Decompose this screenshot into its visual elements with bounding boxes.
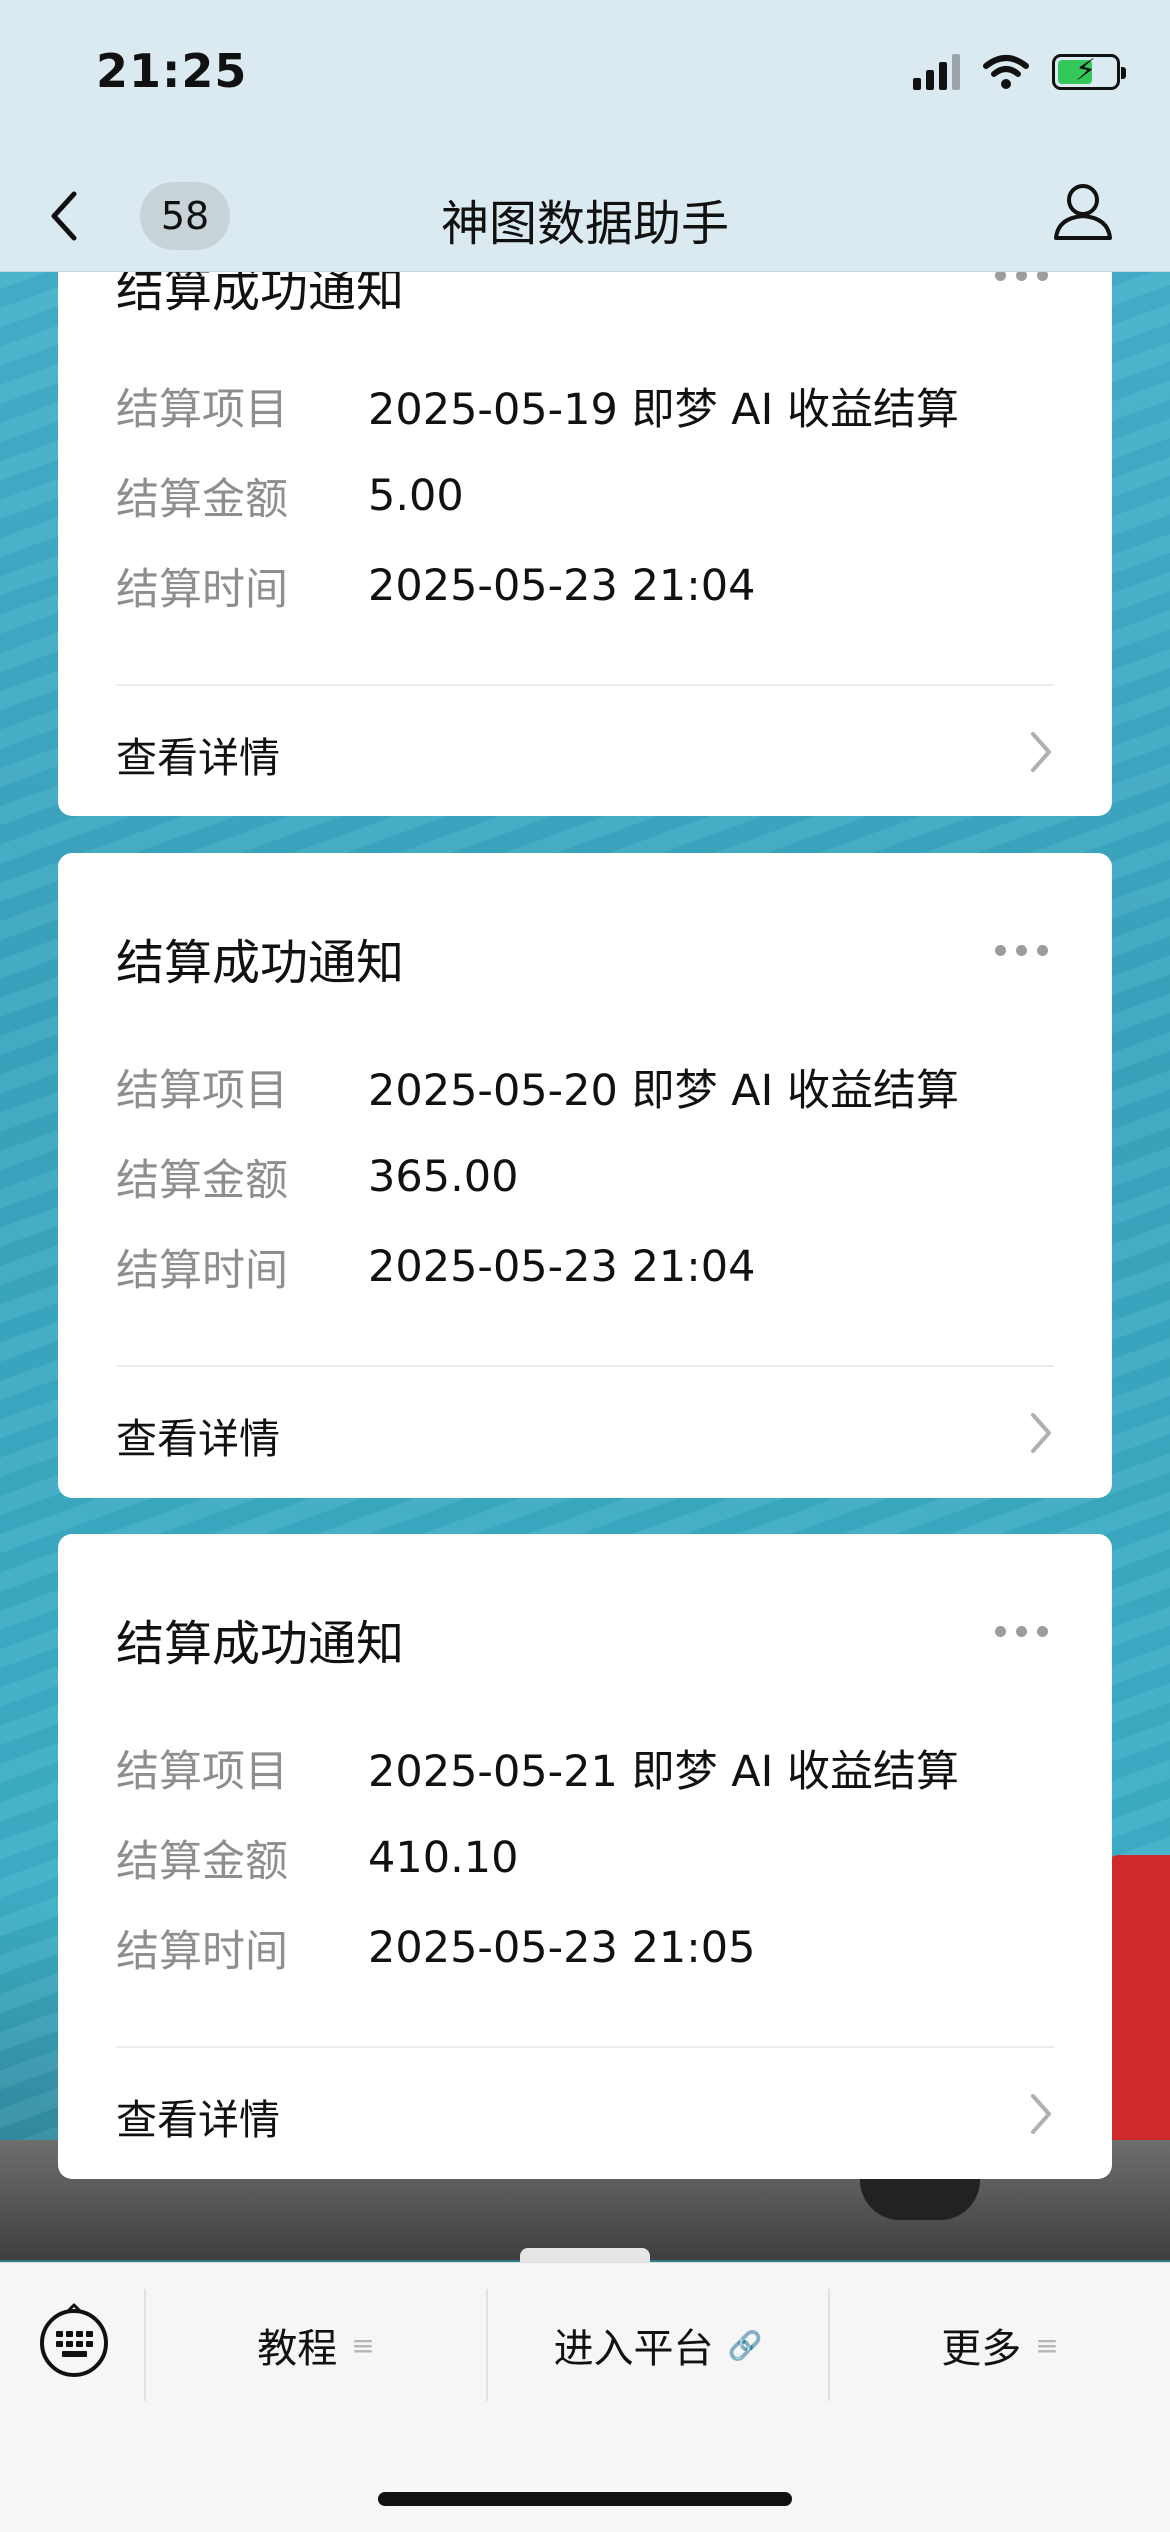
submenu-icon: ≡ (351, 2328, 375, 2362)
menu-item-label: 进入平台 (553, 2326, 714, 2372)
signal-icon (913, 54, 960, 90)
detail-row: 结算项目 2025-05-21 即梦 AI 收益结算 (116, 1740, 1076, 1797)
row-label: 结算金额 (116, 1837, 288, 1887)
header: 21:25 ⚡ 58 神图数据助手 (0, 0, 1170, 272)
card-title: 结算成功通知 (116, 1616, 405, 1672)
row-value: 410.10 (368, 1833, 519, 1883)
menu-item-label: 更多 (941, 2326, 1022, 2372)
row-value: 2025-05-21 即梦 AI 收益结算 (368, 1747, 959, 1797)
menu-item-label: 教程 (257, 2326, 338, 2372)
wifi-icon (983, 55, 1029, 89)
settlement-card: 结算成功通知 结算项目 2025-05-21 即梦 AI 收益结算 结算金额 4… (58, 1534, 1112, 2179)
menu-handle[interactable] (520, 2248, 650, 2262)
view-details-link[interactable]: 查看详情 (116, 724, 280, 784)
status-icons: ⚡ (913, 50, 1126, 94)
divider (116, 1365, 1054, 1367)
detail-row: 结算金额 365.00 (116, 1149, 1076, 1206)
home-indicator[interactable] (378, 2492, 792, 2506)
keyboard-icon[interactable] (36, 2301, 112, 2377)
status-time: 21:25 (96, 44, 248, 98)
row-label: 结算金额 (116, 475, 288, 525)
row-value: 2025-05-23 21:05 (368, 1923, 756, 1973)
detail-row: 结算金额 5.00 (116, 468, 1076, 525)
divider (116, 2046, 1054, 2048)
card-title: 结算成功通知 (116, 935, 405, 991)
detail-row: 结算项目 2025-05-20 即梦 AI 收益结算 (116, 1059, 1076, 1116)
detail-row: 结算项目 2025-05-19 即梦 AI 收益结算 (116, 378, 1076, 435)
settlement-card: 结算成功通知 结算项目 2025-05-20 即梦 AI 收益结算 结算金额 3… (58, 853, 1112, 1498)
link-icon: 🔗 (727, 2328, 763, 2362)
row-label: 结算时间 (116, 565, 288, 615)
row-value: 2025-05-23 21:04 (368, 561, 756, 611)
page-title: 神图数据助手 (440, 196, 729, 252)
row-value: 5.00 (368, 471, 464, 521)
detail-row: 结算时间 2025-05-23 21:04 (116, 1239, 1076, 1296)
more-icon[interactable] (995, 945, 1048, 956)
view-details-link[interactable]: 查看详情 (116, 1405, 280, 1465)
background-decoration (1105, 1855, 1170, 2185)
nav-bar: 58 神图数据助手 (0, 170, 1170, 270)
row-label: 结算金额 (116, 1156, 288, 1206)
row-value: 365.00 (368, 1152, 519, 1202)
submenu-icon: ≡ (1035, 2328, 1059, 2362)
row-label: 结算项目 (116, 1066, 288, 1116)
row-label: 结算时间 (116, 1246, 288, 1296)
divider (116, 684, 1054, 686)
battery-charging-icon: ⚡ (1052, 53, 1126, 90)
more-icon[interactable] (995, 1626, 1048, 1637)
menu-item-enter-platform[interactable]: 进入平台 🔗 (488, 2285, 828, 2405)
menu-item-more[interactable]: 更多 ≡ (830, 2285, 1170, 2405)
row-label: 结算时间 (116, 1927, 288, 1977)
row-label: 结算项目 (116, 385, 288, 435)
row-value: 2025-05-20 即梦 AI 收益结算 (368, 1066, 959, 1116)
detail-row: 结算金额 410.10 (116, 1830, 1076, 1887)
view-details-link[interactable]: 查看详情 (116, 2086, 280, 2146)
settlement-card: 结算成功通知 结算项目 2025-05-19 即梦 AI 收益结算 结算金额 5… (58, 180, 1112, 816)
person-icon[interactable] (1050, 178, 1116, 244)
row-label: 结算项目 (116, 1747, 288, 1797)
chevron-right-icon[interactable] (1028, 730, 1054, 774)
detail-row: 结算时间 2025-05-23 21:05 (116, 1920, 1076, 1977)
row-value: 2025-05-19 即梦 AI 收益结算 (368, 385, 959, 435)
row-value: 2025-05-23 21:04 (368, 1242, 756, 1292)
menu-item-tutorial[interactable]: 教程 ≡ (146, 2285, 486, 2405)
detail-row: 结算时间 2025-05-23 21:04 (116, 558, 1076, 615)
chevron-right-icon[interactable] (1028, 1411, 1054, 1455)
chevron-right-icon[interactable] (1028, 2092, 1054, 2136)
